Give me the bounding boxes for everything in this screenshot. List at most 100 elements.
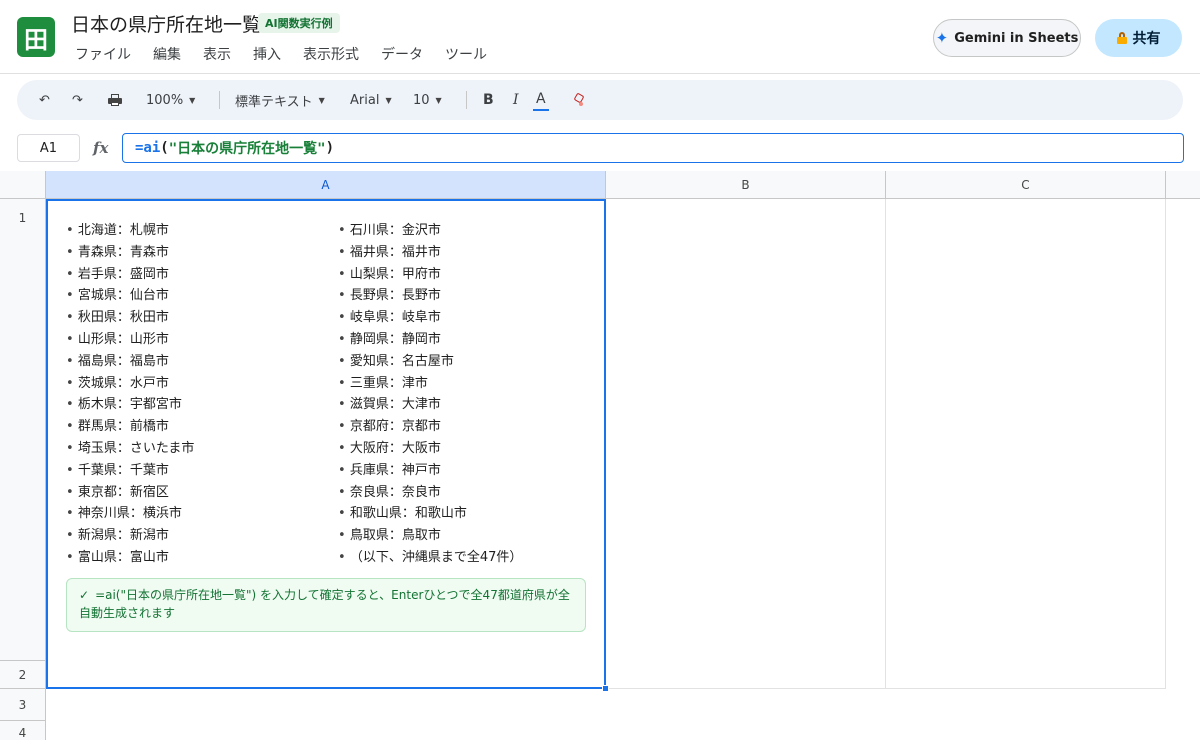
font-size-value: 10 <box>413 92 430 108</box>
list-item: 石川県：金沢市 <box>338 220 522 242</box>
formula-function: =ai <box>135 140 161 156</box>
row-number: 4 <box>18 726 27 740</box>
list-item: 三重県：津市 <box>338 373 522 395</box>
list-item: 兵庫県：神戸市 <box>338 460 522 482</box>
list-item: 群馬県：前橋市 <box>66 416 194 438</box>
list-item: （以下、沖縄県まで全47件） <box>338 547 523 569</box>
italic-button[interactable]: I <box>513 80 519 120</box>
list-item: 栃木県：宇都宮市 <box>66 394 194 416</box>
list-item: 北海道：札幌市 <box>66 220 194 242</box>
app-header: 田 日本の県庁所在地一覧 AI関数実行例 ファイル 編集 表示 挿入 表示形式 … <box>0 0 1200 74</box>
row-number: 1 <box>18 211 27 225</box>
menu-bar: ファイル 編集 表示 挿入 表示形式 データ ツール <box>64 42 498 66</box>
gridline <box>606 688 1166 689</box>
select-all-corner[interactable] <box>0 171 46 199</box>
column-header-b[interactable]: B <box>606 171 886 199</box>
list-item: 福井県：福井市 <box>338 242 522 264</box>
list-item: 岐阜県：岐阜市 <box>338 307 522 329</box>
list-item: 青森県：青森市 <box>66 242 194 264</box>
format-value: 標準テキスト <box>235 94 313 110</box>
list-item: 秋田県：秋田市 <box>66 307 194 329</box>
gridline <box>1165 199 1166 689</box>
share-button-label: 共有 <box>1132 31 1161 47</box>
redo-glyph: ↷ <box>72 92 83 108</box>
redo-icon[interactable]: ↷ <box>72 80 83 120</box>
list-item: 富山県：富山市 <box>66 547 194 569</box>
list-item: 京都府：京都市 <box>338 416 522 438</box>
undo-glyph: ↶ <box>39 92 50 108</box>
list-item: 奈良県：奈良市 <box>338 482 522 504</box>
fill-handle[interactable] <box>602 685 609 692</box>
capital-list-left: 北海道：札幌市青森県：青森市岩手県：盛岡市宮城県：仙台市秋田県：秋田市山形県：山… <box>66 220 195 569</box>
list-item: 長野県：長野市 <box>338 285 522 307</box>
row-header-4[interactable]: 4 <box>0 721 46 740</box>
text-color-button[interactable]: A <box>533 80 549 120</box>
undo-icon[interactable]: ↶ <box>39 80 50 120</box>
column-header-a[interactable]: A <box>46 171 606 199</box>
menu-tools[interactable]: ツール <box>434 42 498 66</box>
list-item: 静岡県：静岡市 <box>338 329 522 351</box>
column-header-c[interactable]: C <box>886 171 1166 199</box>
formula-close-paren: ) <box>325 140 335 156</box>
capital-list-right: 石川県：金沢市福井県：福井市山梨県：甲府市長野県：長野市岐阜県：岐阜市静岡県：静… <box>338 220 523 569</box>
menu-file[interactable]: ファイル <box>64 42 142 66</box>
menu-data[interactable]: データ <box>370 42 434 66</box>
zoom-value: 100% <box>146 92 184 108</box>
name-box[interactable]: A1 <box>17 134 80 162</box>
gemini-button-label: Gemini in Sheets <box>954 30 1079 46</box>
list-item: 山梨県：甲府市 <box>338 264 522 286</box>
list-item: 新潟県：新潟市 <box>66 525 194 547</box>
toolbar-divider <box>219 91 220 109</box>
menu-view[interactable]: 表示 <box>192 42 242 66</box>
document-title[interactable]: 日本の県庁所在地一覧 <box>71 10 261 37</box>
note-text: =ai("日本の県庁所在地一覧") を入力して確定すると、Enterひとつで全4… <box>79 588 570 620</box>
chevron-down-icon: ▼ <box>189 95 196 105</box>
list-item: 千葉県：千葉市 <box>66 460 194 482</box>
menu-insert[interactable]: 挿入 <box>242 42 292 66</box>
list-item: 岩手県：盛岡市 <box>66 264 194 286</box>
italic-icon: I <box>513 92 519 108</box>
list-item: 東京都：新宿区 <box>66 482 194 504</box>
row-number: 3 <box>18 697 27 712</box>
sparkle-icon: ✦ <box>935 29 949 47</box>
chevron-down-icon: ▼ <box>385 95 392 105</box>
row-number: 2 <box>18 667 27 682</box>
fx-icon: fx <box>93 139 109 157</box>
menu-format[interactable]: 表示形式 <box>292 42 370 66</box>
gemini-button[interactable]: ✦ Gemini in Sheets <box>933 19 1081 57</box>
row-header-2[interactable]: 2 <box>0 661 46 689</box>
toolbar: ↶ ↷ 100% ▼ 標準テキスト ▼ Arial ▼ 10 ▼ B I A <box>17 80 1183 120</box>
format-select[interactable]: 標準テキスト ▼ <box>235 80 325 120</box>
row-header-3[interactable]: 3 <box>0 689 46 721</box>
font-select[interactable]: Arial ▼ <box>350 80 392 120</box>
bold-icon: B <box>483 92 494 108</box>
print-icon[interactable] <box>108 80 122 120</box>
list-item: 和歌山県：和歌山市 <box>338 503 522 525</box>
formula-open-paren: ( <box>160 140 169 156</box>
list-item: 大阪府：大阪市 <box>338 438 522 460</box>
cell-a1[interactable]: 北海道：札幌市青森県：青森市岩手県：盛岡市宮城県：仙台市秋田県：秋田市山形県：山… <box>46 199 606 689</box>
info-note: ✓ =ai("日本の県庁所在地一覧") を入力して確定すると、Enterひとつで全… <box>66 578 586 632</box>
bold-button[interactable]: B <box>483 80 494 120</box>
chevron-down-icon: ▼ <box>318 95 325 105</box>
ai-badge: AI関数実行例 <box>258 13 340 33</box>
font-size-select[interactable]: 10 ▼ <box>413 80 442 120</box>
list-item: 埼玉県：さいたま市 <box>66 438 195 460</box>
formula-argument: "日本の県庁所在地一覧" <box>168 141 326 157</box>
gridline <box>885 199 886 689</box>
column-header-empty <box>1166 171 1200 199</box>
share-button[interactable]: 共有 <box>1095 19 1182 57</box>
list-item: 福島県：福島市 <box>66 351 194 373</box>
font-value: Arial <box>350 92 380 108</box>
list-item: 宮城県：仙台市 <box>66 285 194 307</box>
list-item: 神奈川県：横浜市 <box>66 503 194 525</box>
check-icon: ✓ <box>79 588 90 602</box>
formula-input[interactable]: =ai("日本の県庁所在地一覧") <box>122 133 1184 163</box>
sheets-logo-icon[interactable]: 田 <box>17 17 55 57</box>
zoom-select[interactable]: 100% ▼ <box>146 80 195 120</box>
row-header-1[interactable]: 1 <box>0 199 46 661</box>
menu-edit[interactable]: 編集 <box>142 42 192 66</box>
paint-format-icon[interactable] <box>572 80 586 120</box>
list-item: 茨城県：水戸市 <box>66 373 194 395</box>
list-item: 滋賀県：大津市 <box>338 394 522 416</box>
